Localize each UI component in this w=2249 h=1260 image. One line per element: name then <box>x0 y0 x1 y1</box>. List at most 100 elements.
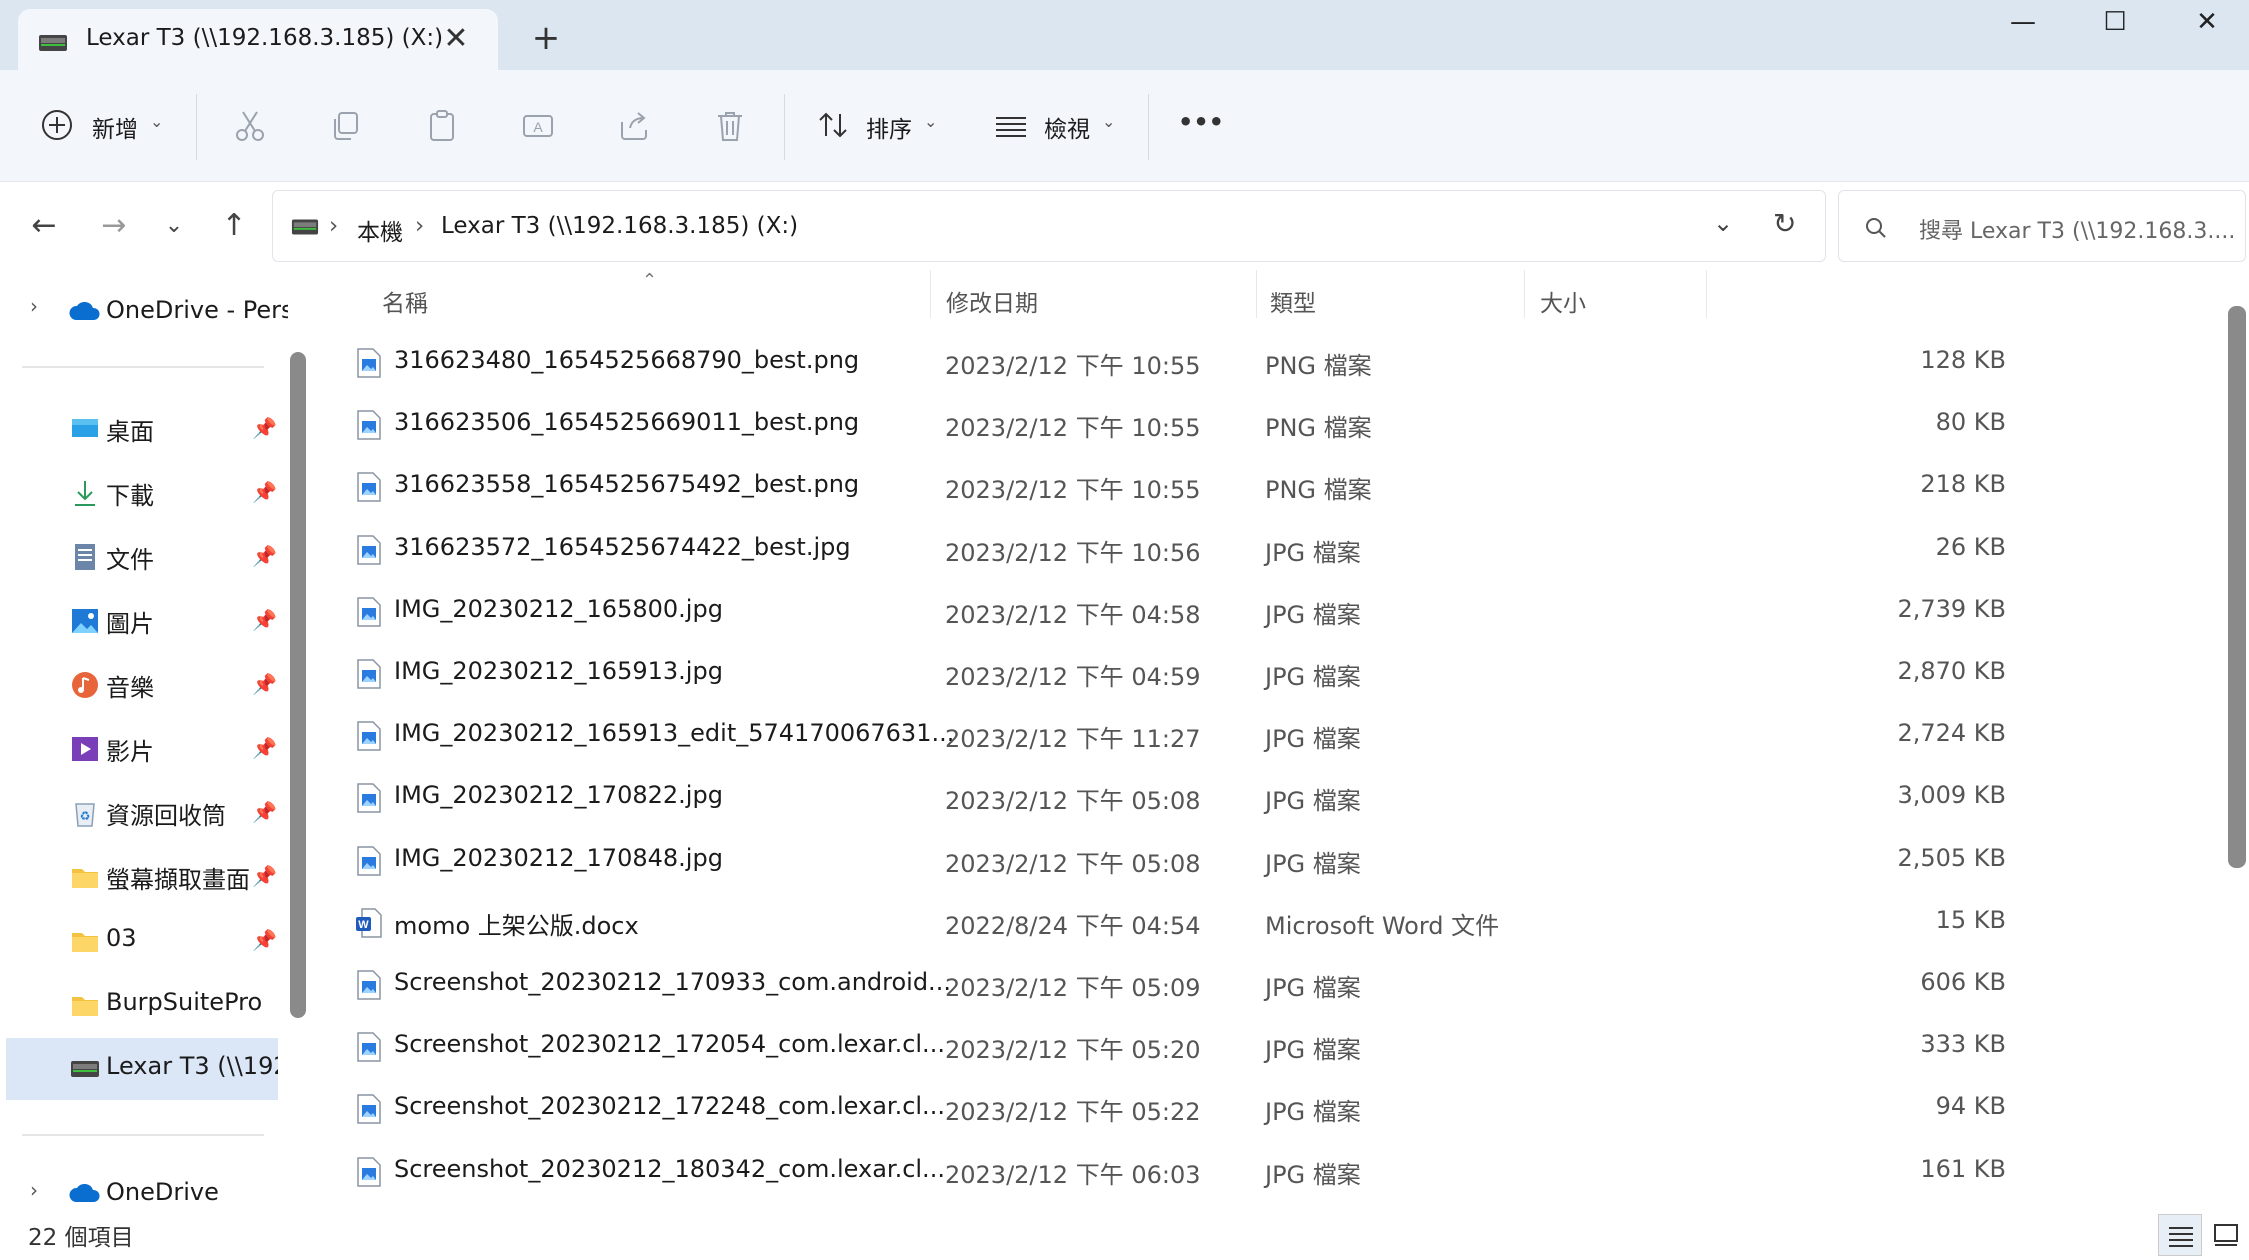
column-header-name[interactable]: 名稱 <box>382 284 428 318</box>
maximize-button[interactable]: ☐ <box>2068 0 2162 44</box>
rename-icon[interactable]: A <box>520 108 556 144</box>
address-dropdown-icon[interactable]: ⌄ <box>1713 209 1733 237</box>
details-view-button[interactable] <box>2158 1214 2202 1256</box>
file-row[interactable]: Screenshot_20230212_170933_com.android..… <box>356 954 2036 1016</box>
chevron-right-icon[interactable]: › <box>30 294 38 318</box>
folder-icon <box>72 997 98 1016</box>
file-row[interactable]: Screenshot_20230212_172248_com.lexar.cl.… <box>356 1078 2036 1140</box>
breadcrumb-current-drive[interactable]: Lexar T3 (\\192.168.3.185) (X:) <box>441 213 798 239</box>
sidebar-item-label: 03 <box>106 924 137 952</box>
sidebar-item-label: 桌面 <box>106 418 154 446</box>
title-bar: Lexar T3 (\\192.168.3.185) (X:) ✕ + — ☐ … <box>0 0 2249 70</box>
back-button[interactable]: ← <box>24 206 64 246</box>
sidebar-item-downloads[interactable]: 下載 📌 <box>6 462 278 524</box>
file-type: JPG 檔案 <box>1265 974 1361 1002</box>
view-button[interactable]: 檢視 ⌄ <box>994 104 1124 148</box>
recent-locations-button[interactable]: ⌄ <box>154 206 194 246</box>
divider <box>1148 94 1149 160</box>
cut-icon[interactable] <box>232 108 268 144</box>
column-header-date[interactable]: 修改日期 <box>946 284 1038 318</box>
sidebar-item-music[interactable]: 音樂 📌 <box>6 654 278 716</box>
file-name: 316623558_1654525675492_best.png <box>394 470 860 499</box>
search-input[interactable]: 搜尋 Lexar T3 (\\192.168.3.... <box>1919 213 2235 245</box>
file-row[interactable]: IMG_20230212_170848.jpg 2023/2/12 下午 05:0… <box>356 830 2036 892</box>
sort-label: 排序 <box>866 117 912 143</box>
column-divider[interactable] <box>1524 270 1525 318</box>
close-window-button[interactable]: ✕ <box>2160 0 2249 44</box>
tab-lexar-t3[interactable]: Lexar T3 (\\192.168.3.185) (X:) ✕ <box>18 9 498 70</box>
file-list-scrollbar[interactable] <box>2228 306 2246 868</box>
file-row[interactable]: Screenshot_20230212_172054_com.lexar.cl.… <box>356 1016 2036 1078</box>
file-date: 2023/2/12 下午 10:55 <box>945 414 1201 443</box>
file-row[interactable]: Wmomo 上架公版.docx 2022/8/24 下午 04:54 Microso… <box>356 892 2036 954</box>
chevron-down-icon: ⌄ <box>1102 112 1116 131</box>
column-divider[interactable] <box>930 270 931 318</box>
sidebar-item-burpsuitepro[interactable]: BurpSuitePro <box>6 974 278 1036</box>
file-name: Screenshot_20230212_172248_com.lexar.cl.… <box>394 1092 945 1121</box>
more-options-button[interactable]: ••• <box>1176 108 1226 144</box>
svg-text:A: A <box>533 119 543 135</box>
sidebar-item-pictures[interactable]: 圖片 📌 <box>6 590 278 652</box>
sidebar-item-documents[interactable]: 文件 📌 <box>6 526 278 588</box>
breadcrumb-this-pc[interactable]: 本機 <box>357 213 403 247</box>
sidebar-item-label: 下載 <box>106 482 154 510</box>
file-date: 2023/2/12 下午 11:27 <box>945 725 1201 754</box>
address-row: ← → ⌄ ↑ › 本機 › Lexar T3 (\\192.168.3.185… <box>0 182 2249 270</box>
sort-button[interactable]: 排序 ⌄ <box>816 104 946 148</box>
image-file-icon <box>357 472 381 503</box>
chevron-right-icon[interactable]: › <box>30 1178 38 1202</box>
sidebar-scrollbar[interactable] <box>290 352 306 1018</box>
sidebar-item-lexar-t3[interactable]: Lexar T3 (\\192. <box>6 1038 278 1100</box>
up-button[interactable]: ↑ <box>214 206 254 246</box>
file-row[interactable]: IMG_20230212_165800.jpg 2023/2/12 下午 04:5… <box>356 581 2036 643</box>
divider <box>22 366 264 368</box>
sidebar-item-recycle-bin[interactable]: ♻ 資源回收筒 📌 <box>6 782 278 844</box>
file-row[interactable]: IMG_20230212_165913.jpg 2023/2/12 下午 04:5… <box>356 643 2036 705</box>
image-file-icon <box>357 659 381 689</box>
sidebar-item-label: 螢幕擷取畫面 <box>106 866 250 894</box>
delete-icon[interactable] <box>712 108 748 144</box>
column-divider[interactable] <box>1256 270 1257 318</box>
sidebar-item-onedrive-personal[interactable]: › OneDrive - Pers <box>6 284 288 334</box>
file-size: 606 KB <box>1920 968 2006 996</box>
copy-icon[interactable] <box>328 108 364 144</box>
share-icon[interactable] <box>616 108 652 144</box>
pictures-icon <box>72 609 98 633</box>
file-type: JPG 檔案 <box>1265 1036 1361 1065</box>
refresh-icon[interactable]: ↻ <box>1773 207 1796 240</box>
new-button[interactable]: 新增 ⌄ <box>40 104 180 148</box>
file-name: Screenshot_20230212_180342_com.lexar.cl.… <box>394 1154 945 1183</box>
search-box[interactable]: 搜尋 Lexar T3 (\\192.168.3.... <box>1838 190 2246 262</box>
column-header-type[interactable]: 類型 <box>1270 284 1316 318</box>
image-file-icon <box>357 845 381 876</box>
sidebar-item-videos[interactable]: 影片 📌 <box>6 718 278 780</box>
minimize-button[interactable]: — <box>1976 0 2070 44</box>
file-row[interactable]: IMG_20230212_165913_edit_574170067631...… <box>356 705 2036 767</box>
sidebar-item-desktop[interactable]: 桌面 📌 <box>6 398 278 460</box>
file-list: ⌃ 名稱 修改日期 類型 大小 316623480_1654525668790_… <box>316 270 2249 1210</box>
file-row[interactable]: 316623572_1654525674422_best.jpg 2023/2/1… <box>356 519 2036 581</box>
column-header-size[interactable]: 大小 <box>1540 284 1586 318</box>
file-row[interactable]: IMG_20230212_170822.jpg 2023/2/12 下午 05:0… <box>356 767 2036 829</box>
file-row[interactable]: 316623506_1654525669011_best.png 2023/2/1… <box>356 394 2036 456</box>
file-row[interactable]: 316623558_1654525675492_best.png 2023/2/1… <box>356 456 2036 518</box>
details-view-icon <box>2169 1227 2193 1247</box>
image-file-icon <box>357 1032 381 1062</box>
svg-text:W: W <box>358 919 369 931</box>
new-tab-button[interactable]: + <box>528 20 564 56</box>
sidebar-item-03[interactable]: 03 📌 <box>6 910 278 972</box>
file-row[interactable]: 316623480_1654525668790_best.png 2023/2/1… <box>356 332 2036 394</box>
forward-button[interactable]: → <box>94 206 134 246</box>
image-file-icon <box>357 970 381 1000</box>
paste-icon[interactable] <box>424 108 460 144</box>
file-name: 316623506_1654525669011_best.png <box>394 408 860 437</box>
new-label: 新增 <box>92 117 138 143</box>
large-icons-view-button[interactable] <box>2204 1214 2248 1256</box>
column-divider[interactable] <box>1706 270 1707 318</box>
image-file-icon <box>357 721 381 751</box>
pin-icon: 📌 <box>252 544 277 568</box>
close-tab-icon[interactable]: ✕ <box>438 21 474 57</box>
address-bar[interactable]: › 本機 › Lexar T3 (\\192.168.3.185) (X:) ⌄… <box>272 190 1826 262</box>
sidebar-item-screenshots[interactable]: 螢幕擷取畫面 📌 <box>6 846 278 908</box>
file-row[interactable]: Screenshot_20230212_180342_com.lexar.cl.… <box>356 1141 2036 1203</box>
